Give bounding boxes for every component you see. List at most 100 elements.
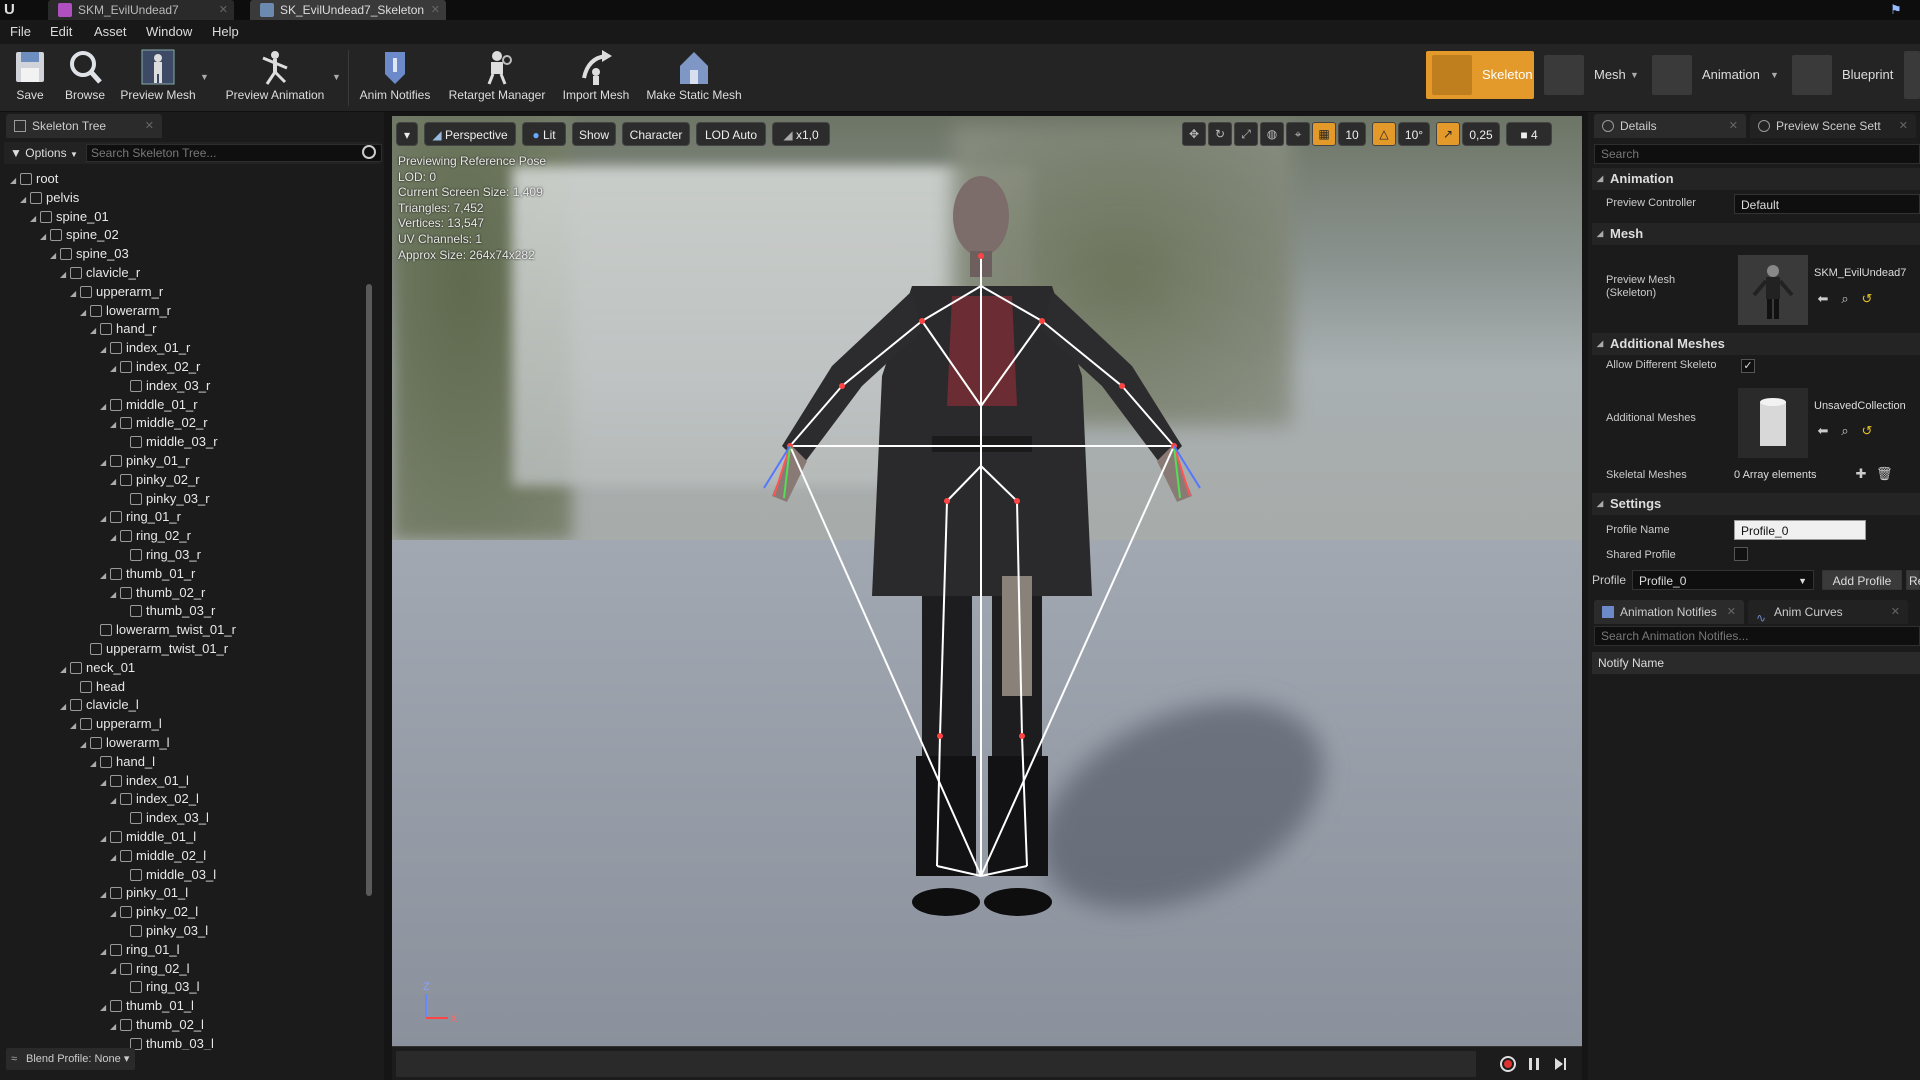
pause-icon[interactable] bbox=[1525, 1055, 1543, 1073]
bone-row[interactable]: ◢ thumb_01_l bbox=[100, 997, 194, 1015]
category-mesh[interactable]: ◢ Mesh bbox=[1592, 223, 1920, 245]
anim-notifies-search-input[interactable]: Search Animation Notifies... bbox=[1594, 626, 1920, 646]
bone-row[interactable]: ◢ clavicle_l bbox=[60, 696, 139, 714]
record-icon[interactable] bbox=[1499, 1055, 1517, 1073]
bone-row[interactable]: ◢ middle_02_r bbox=[110, 414, 208, 432]
additional-meshes-thumbnail[interactable] bbox=[1738, 388, 1808, 458]
bone-row[interactable]: ◢ root bbox=[10, 170, 58, 188]
camera-speed-button[interactable]: ■ 4 bbox=[1506, 122, 1552, 146]
tab-preview-scene-settings[interactable]: Preview Scene Sett ✕ bbox=[1750, 114, 1916, 138]
expand-arrow-icon[interactable]: ◢ bbox=[110, 586, 120, 604]
browse-to-asset-icon[interactable]: ⌕ bbox=[1838, 424, 1852, 438]
browse-to-asset-icon[interactable]: ⌕ bbox=[1838, 292, 1852, 306]
use-selected-icon[interactable]: ⬅ bbox=[1816, 424, 1830, 438]
preview-mesh-button[interactable]: Preview Mesh bbox=[118, 46, 198, 110]
bone-row[interactable]: ◢ neck_01 bbox=[60, 659, 135, 677]
expand-arrow-icon[interactable]: ◢ bbox=[60, 266, 70, 284]
bone-row[interactable]: ◢ index_01_l bbox=[100, 772, 189, 790]
expand-arrow-icon[interactable]: ◢ bbox=[20, 191, 30, 209]
character-button[interactable]: Character bbox=[622, 122, 690, 146]
grid-snap-value[interactable]: 10 bbox=[1338, 122, 1366, 146]
expand-arrow-icon[interactable]: ◢ bbox=[110, 962, 120, 980]
rotate-icon[interactable]: ↻ bbox=[1208, 122, 1232, 146]
bone-row[interactable]: ◢ thumb_01_r bbox=[100, 565, 195, 583]
viewport-options-dropdown[interactable]: ▾ bbox=[396, 122, 418, 146]
tab-skeleton-tree[interactable]: Skeleton Tree ✕ bbox=[6, 114, 162, 138]
world-local-icon[interactable]: ◍ bbox=[1260, 122, 1284, 146]
lod-button[interactable]: LOD Auto bbox=[696, 122, 766, 146]
show-button[interactable]: Show bbox=[572, 122, 616, 146]
bone-row[interactable]: ◢ pinky_01_l bbox=[100, 884, 188, 902]
expand-arrow-icon[interactable]: ◢ bbox=[110, 360, 120, 378]
expand-arrow-icon[interactable]: ◢ bbox=[100, 454, 110, 472]
expand-arrow-icon[interactable]: ◢ bbox=[90, 755, 100, 773]
mode-animation-button[interactable]: Animation bbox=[1646, 51, 1782, 99]
bone-row[interactable]: ◢ lowerarm_r bbox=[80, 302, 171, 320]
menu-edit[interactable]: Edit bbox=[50, 20, 72, 44]
scale-icon[interactable]: ⤢ bbox=[1234, 122, 1258, 146]
expand-arrow-icon[interactable]: ◢ bbox=[80, 736, 90, 754]
expand-arrow-icon[interactable]: ◢ bbox=[110, 905, 120, 923]
add-element-icon[interactable]: ✚ bbox=[1854, 467, 1868, 481]
make-static-mesh-button[interactable]: Make Static Mesh bbox=[642, 46, 746, 110]
preview-viewport[interactable]: Previewing Reference Pose LOD: 0 Current… bbox=[392, 116, 1582, 1046]
expand-arrow-icon[interactable]: ◢ bbox=[110, 473, 120, 491]
anim-notifies-button[interactable]: Anim Notifies bbox=[356, 46, 434, 110]
menu-window[interactable]: Window bbox=[146, 20, 192, 44]
expand-arrow-icon[interactable]: ◢ bbox=[100, 567, 110, 585]
profile-name-field[interactable]: Profile_0 bbox=[1734, 520, 1866, 540]
mode-blueprint-button[interactable]: Blueprint bbox=[1786, 51, 1902, 99]
expand-arrow-icon[interactable]: ◢ bbox=[100, 999, 110, 1017]
bone-row[interactable]: ◢ thumb_02_l bbox=[110, 1016, 204, 1034]
lit-button[interactable]: ● Lit bbox=[522, 122, 566, 146]
import-mesh-button[interactable]: Import Mesh bbox=[558, 46, 634, 110]
rotation-snap-icon[interactable]: △ bbox=[1372, 122, 1396, 146]
rotation-snap-value[interactable]: 10° bbox=[1398, 122, 1430, 146]
expand-arrow-icon[interactable]: ◢ bbox=[10, 172, 20, 190]
perspective-button[interactable]: ◢ Perspective bbox=[424, 122, 516, 146]
bone-row[interactable]: ◢ middle_01_l bbox=[100, 828, 196, 846]
preview-animation-dropdown[interactable]: ▼ bbox=[332, 72, 341, 82]
bone-row[interactable]: middle_03_l bbox=[120, 866, 216, 884]
document-tab-mesh[interactable]: SKM_EvilUndead7 ✕ bbox=[48, 0, 234, 20]
reset-to-default-icon[interactable]: ↺ bbox=[1860, 424, 1874, 438]
bone-row[interactable]: ring_03_l bbox=[120, 978, 200, 996]
expand-arrow-icon[interactable]: ◢ bbox=[30, 210, 40, 228]
mode-physics-button[interactable] bbox=[1904, 51, 1920, 99]
category-additional-meshes[interactable]: ◢ Additional Meshes bbox=[1592, 333, 1920, 355]
search-icon[interactable] bbox=[362, 145, 376, 159]
expand-arrow-icon[interactable]: ◢ bbox=[80, 304, 90, 322]
bone-row[interactable]: ◢ index_01_r bbox=[100, 339, 190, 357]
preview-animation-button[interactable]: Preview Animation bbox=[220, 46, 330, 110]
details-search-input[interactable]: Search bbox=[1594, 144, 1920, 164]
bone-row[interactable]: pinky_03_l bbox=[120, 922, 208, 940]
bone-row[interactable]: ◢ pelvis bbox=[20, 189, 79, 207]
bone-row[interactable]: ◢ ring_01_l bbox=[100, 941, 180, 959]
expand-arrow-icon[interactable]: ◢ bbox=[100, 830, 110, 848]
timeline-track[interactable] bbox=[396, 1051, 1476, 1077]
menu-help[interactable]: Help bbox=[212, 20, 239, 44]
bone-row[interactable]: index_03_r bbox=[120, 377, 210, 395]
profile-dropdown[interactable]: Profile_0 ▼ bbox=[1632, 570, 1814, 590]
bone-row[interactable]: ◢ thumb_02_r bbox=[110, 584, 205, 602]
bone-row[interactable]: ◢ pinky_02_l bbox=[110, 903, 198, 921]
expand-arrow-icon[interactable]: ◢ bbox=[100, 398, 110, 416]
bone-row[interactable]: ◢ middle_01_r bbox=[100, 396, 198, 414]
bone-row[interactable]: ◢ index_02_r bbox=[110, 358, 200, 376]
expand-arrow-icon[interactable]: ◢ bbox=[110, 416, 120, 434]
expand-arrow-icon[interactable]: ◢ bbox=[100, 341, 110, 359]
bone-row[interactable]: ◢ pinky_02_r bbox=[110, 471, 200, 489]
tab-anim-curves[interactable]: ∿ Anim Curves ✕ bbox=[1748, 600, 1908, 625]
translate-icon[interactable]: ✥ bbox=[1182, 122, 1206, 146]
close-icon[interactable]: ✕ bbox=[1729, 114, 1738, 138]
expand-arrow-icon[interactable]: ◢ bbox=[100, 774, 110, 792]
expand-arrow-icon[interactable]: ◢ bbox=[110, 529, 120, 547]
category-animation[interactable]: ◢ Animation bbox=[1592, 168, 1920, 190]
menu-asset[interactable]: Asset bbox=[94, 20, 127, 44]
retarget-manager-button[interactable]: Retarget Manager bbox=[446, 46, 548, 110]
animation-mode-dropdown[interactable]: ▼ bbox=[1770, 70, 1779, 80]
remove-profile-button[interactable]: Re bbox=[1906, 570, 1920, 590]
bone-row[interactable]: lowerarm_twist_01_r bbox=[90, 621, 236, 639]
bone-row[interactable]: ◢ hand_r bbox=[90, 320, 156, 338]
bone-row[interactable]: thumb_03_r bbox=[120, 602, 215, 620]
